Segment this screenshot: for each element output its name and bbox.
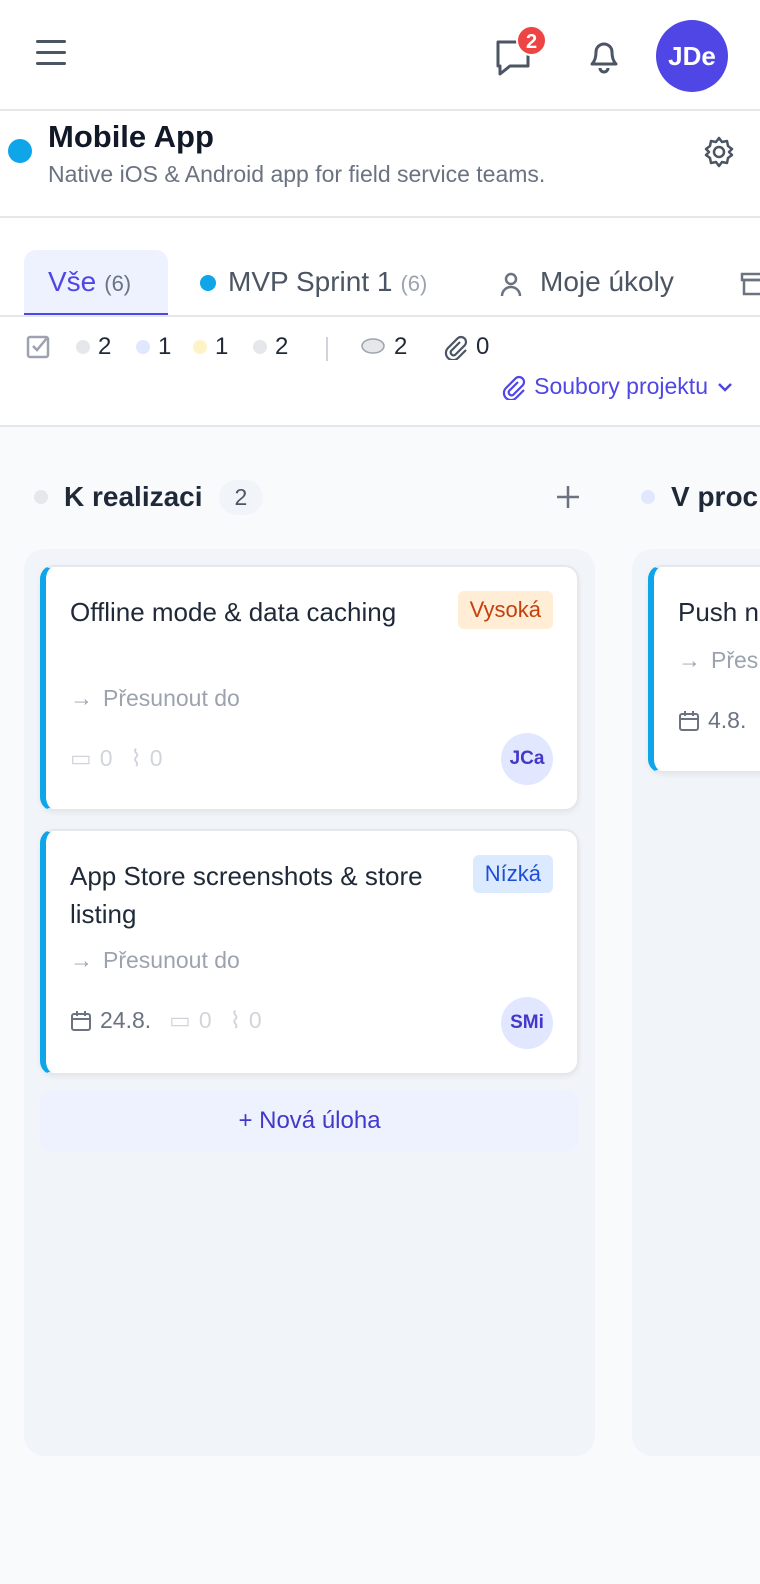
move-to-action[interactable]: → Přesunout do [70,947,240,974]
add-task-icon[interactable] [554,483,582,511]
task-meta: 24.8. ▭ 0 ⌇ 0 [70,1007,262,1034]
status-count-value: 2 [98,333,112,360]
task-card[interactable]: Push n → Přes 4.8. [648,565,760,773]
column-dot [641,490,655,504]
kanban-board: K realizaci 2 Offline mode & data cachin… [0,427,760,1584]
column-header-todo: K realizaci 2 [34,477,264,517]
column-count: 2 [218,479,264,515]
gear-icon[interactable] [701,134,737,170]
move-label: Přes [711,647,759,673]
task-meta: ▭ 0 ⌇ 0 [70,745,163,772]
comment-icon: ▭ [169,1007,191,1033]
attachments-value: 0 [476,333,490,360]
paperclip-icon [444,335,468,360]
project-files-label: Soubory projektu [534,373,708,399]
arrow-right-icon: → [678,647,701,673]
tab-count: (6) [104,271,132,296]
divider [326,337,328,361]
assignee-avatar: SMi [501,997,553,1049]
task-title: Push n [678,597,759,627]
user-avatar[interactable]: JDe [656,20,728,92]
task-title: App Store screenshots & store listing [70,861,423,929]
arrow-right-icon: → [70,947,93,973]
new-task-button[interactable]: + Nová úloha [40,1090,579,1152]
column-dot [34,490,48,504]
stats-bar: 2 1 1 2 2 0 Soubory projektu [0,317,760,427]
status-count-value: 2 [275,333,289,360]
comment-icon [361,338,385,354]
comments-count: 2 [360,333,407,361]
comment-count: 0 [99,745,113,771]
status-count-todo: 2 [76,333,111,361]
calendar-icon [679,710,699,731]
due-date: 24.8. [100,1007,152,1033]
arrow-right-icon: → [70,685,93,711]
column-in-progress: Push n → Přes 4.8. [632,549,760,1456]
column-title: V proc [671,481,759,512]
column-todo: Offline mode & data caching Vysoká → Pře… [24,549,595,1456]
move-to-action[interactable]: → Přesunout do [70,685,240,712]
move-label: Přesunout do [103,947,240,973]
tab-archive[interactable] [740,250,760,315]
priority-badge: Nízká [472,855,553,893]
comment-icon: ▭ [70,745,92,771]
tab-my-tasks[interactable]: Moje úkoly [498,250,674,315]
tab-label: MVP Sprint 1 [228,266,393,297]
project-description: Native iOS & Android app for field servi… [48,161,546,187]
comments-value: 2 [394,333,408,360]
move-label: Přesunout do [103,685,240,711]
status-count-in-progress: 1 [136,333,171,361]
menu-icon[interactable] [36,40,68,72]
paperclip-icon [502,375,526,400]
tab-mvp-sprint-1[interactable]: MVP Sprint 1 (6) [200,250,428,315]
priority-badge: Vysoká [457,591,553,629]
project-title: Mobile App [48,119,214,154]
attachment-count: 0 [248,1007,262,1033]
task-card[interactable]: App Store screenshots & store listing Ní… [40,829,579,1075]
status-count-review: 1 [193,333,228,361]
user-icon [500,272,522,297]
task-title: Offline mode & data caching [70,597,397,627]
tab-all[interactable]: Vše (6) [24,250,168,315]
due-date: 4.8. [708,707,747,733]
view-tabs: Vše (6) MVP Sprint 1 (6) Moje úkoly [0,218,760,317]
paperclip-icon: ⌇ [229,1007,241,1033]
column-header-in-progress: V proc [641,477,758,517]
move-to-action[interactable]: → Přes [678,647,758,674]
tab-label: Moje úkoly [540,266,674,297]
checkbox-icon[interactable] [26,333,52,359]
attachment-count: 0 [149,745,163,771]
tab-label: Vše [48,266,97,297]
status-count-value: 1 [158,333,172,360]
archive-icon [740,272,760,296]
status-count-value: 1 [215,333,229,360]
top-bar: 2 JDe [0,0,760,111]
attachments-count: 0 [442,333,489,361]
task-meta: 4.8. [678,707,746,734]
chevron-down-icon [718,382,732,392]
column-title: K realizaci [64,481,203,512]
project-header: Mobile App Native iOS & Android app for … [0,111,760,218]
calendar-icon [71,1010,91,1031]
project-color-dot [8,139,32,163]
task-card[interactable]: Offline mode & data caching Vysoká → Pře… [40,565,579,811]
bell-icon[interactable] [584,34,624,78]
assignee-avatar: JCa [501,733,553,785]
project-files-link[interactable]: Soubory projektu [500,373,734,400]
paperclip-icon: ⌇ [130,745,142,771]
status-count-done: 2 [253,333,288,361]
notification-count-badge: 2 [516,25,547,56]
comment-count: 0 [198,1007,212,1033]
tab-count: (6) [400,271,428,296]
